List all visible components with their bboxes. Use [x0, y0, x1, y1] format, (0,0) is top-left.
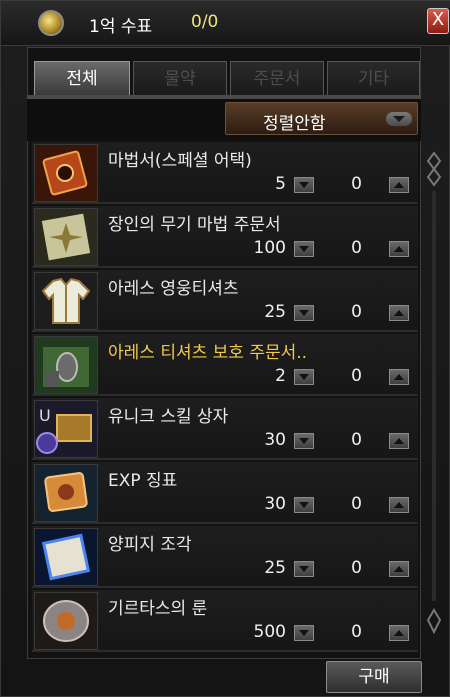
- quantity-decrease-button[interactable]: [294, 625, 314, 641]
- coin-icon: [38, 10, 64, 36]
- list-item[interactable]: 아레스 티셔츠 보호 주문서.. 2 0: [32, 334, 418, 396]
- quantity-decrease-button[interactable]: [294, 369, 314, 385]
- chevron-down-icon[interactable]: [386, 112, 412, 126]
- title-bar[interactable]: 1억 수표 0/0 X: [1, 1, 450, 46]
- svg-text:U: U: [39, 406, 51, 425]
- tshirt-icon: [34, 272, 98, 330]
- scrollbar[interactable]: [426, 151, 442, 641]
- scroll-end-cap: [426, 608, 442, 635]
- category-tabs: 전체 물약 주문서 기타: [34, 61, 420, 95]
- quantity-increase-button[interactable]: [389, 561, 409, 577]
- item-list: 마법서(스페셜 어택) 5 0 장인의 무기 마법 주문서 100 0 아레스 영웅티셔츠 2…: [32, 142, 418, 657]
- list-item[interactable]: U 유니크 스킬 상자 30 0: [32, 398, 418, 460]
- shop-window: 1억 수표 0/0 X 전체 물약 주문서 기타 정렬안함 마법서(스페셜 어택…: [0, 0, 450, 697]
- list-item[interactable]: 기르타스의 룬 500 0: [32, 590, 418, 652]
- tab-scroll[interactable]: 주문서: [230, 61, 324, 95]
- quantity-increase-button[interactable]: [389, 369, 409, 385]
- quantity-decrease-button[interactable]: [294, 497, 314, 513]
- quantity-value: 0: [351, 366, 362, 386]
- item-name: 아레스 영웅티셔츠: [108, 279, 239, 299]
- quantity-decrease-button[interactable]: [294, 433, 314, 449]
- quantity-increase-button[interactable]: [389, 497, 409, 513]
- window-title: 1억 수표: [89, 17, 153, 37]
- item-price: 25: [264, 558, 286, 578]
- quantity-increase-button[interactable]: [389, 305, 409, 321]
- quantity-decrease-button[interactable]: [294, 241, 314, 257]
- scroll-thumb[interactable]: [426, 151, 442, 187]
- quantity-value: 0: [351, 174, 362, 194]
- tab-all[interactable]: 전체: [34, 61, 130, 95]
- item-name: 기르타스의 룬: [108, 599, 208, 619]
- close-button[interactable]: X: [427, 8, 449, 34]
- item-name: EXP 징표: [108, 471, 178, 491]
- list-item[interactable]: 양피지 조각 25 0: [32, 526, 418, 588]
- tab-etc[interactable]: 기타: [327, 61, 420, 95]
- quantity-increase-button[interactable]: [389, 241, 409, 257]
- item-name: 장인의 무기 마법 주문서: [108, 215, 281, 235]
- rune-icon: [34, 592, 98, 650]
- currency-count: 0/0: [191, 12, 219, 32]
- item-price: 2: [275, 366, 286, 386]
- item-price: 5: [275, 174, 286, 194]
- item-price: 30: [264, 494, 286, 514]
- sort-selected-value: 정렬안함: [263, 114, 326, 134]
- quantity-value: 0: [351, 558, 362, 578]
- item-name: 아레스 티셔츠 보호 주문서..: [108, 343, 308, 363]
- list-item[interactable]: EXP 징표 30 0: [32, 462, 418, 524]
- parchment-icon: [34, 528, 98, 586]
- close-icon: X: [431, 9, 445, 30]
- item-price: 500: [253, 622, 286, 642]
- list-item[interactable]: 아레스 영웅티셔츠 25 0: [32, 270, 418, 332]
- tab-potion[interactable]: 물약: [133, 61, 227, 95]
- item-price: 30: [264, 430, 286, 450]
- item-name: 유니크 스킬 상자: [108, 407, 229, 427]
- quantity-value: 0: [351, 494, 362, 514]
- list-item[interactable]: 마법서(스페셜 어택) 5 0: [32, 142, 418, 204]
- item-price: 25: [264, 302, 286, 322]
- quantity-value: 0: [351, 302, 362, 322]
- list-item[interactable]: 장인의 무기 마법 주문서 100 0: [32, 206, 418, 268]
- item-name: 마법서(스페셜 어택): [108, 151, 252, 171]
- protection-scroll-icon: [34, 336, 98, 394]
- item-price: 100: [253, 238, 286, 258]
- exp-token-icon: [34, 464, 98, 522]
- quantity-decrease-button[interactable]: [294, 305, 314, 321]
- quantity-increase-button[interactable]: [389, 177, 409, 193]
- quantity-value: 0: [351, 430, 362, 450]
- sort-dropdown[interactable]: 정렬안함: [225, 102, 418, 135]
- quantity-value: 0: [351, 622, 362, 642]
- buy-button[interactable]: 구매: [326, 661, 422, 693]
- quantity-increase-button[interactable]: [389, 433, 409, 449]
- unique-box-icon: U: [34, 400, 98, 458]
- quantity-decrease-button[interactable]: [294, 561, 314, 577]
- scroll-icon: [34, 208, 98, 266]
- scroll-track[interactable]: [432, 191, 436, 601]
- spellbook-icon: [34, 144, 98, 202]
- quantity-decrease-button[interactable]: [294, 177, 314, 193]
- item-name: 양피지 조각: [108, 535, 192, 555]
- quantity-value: 0: [351, 238, 362, 258]
- quantity-increase-button[interactable]: [389, 625, 409, 641]
